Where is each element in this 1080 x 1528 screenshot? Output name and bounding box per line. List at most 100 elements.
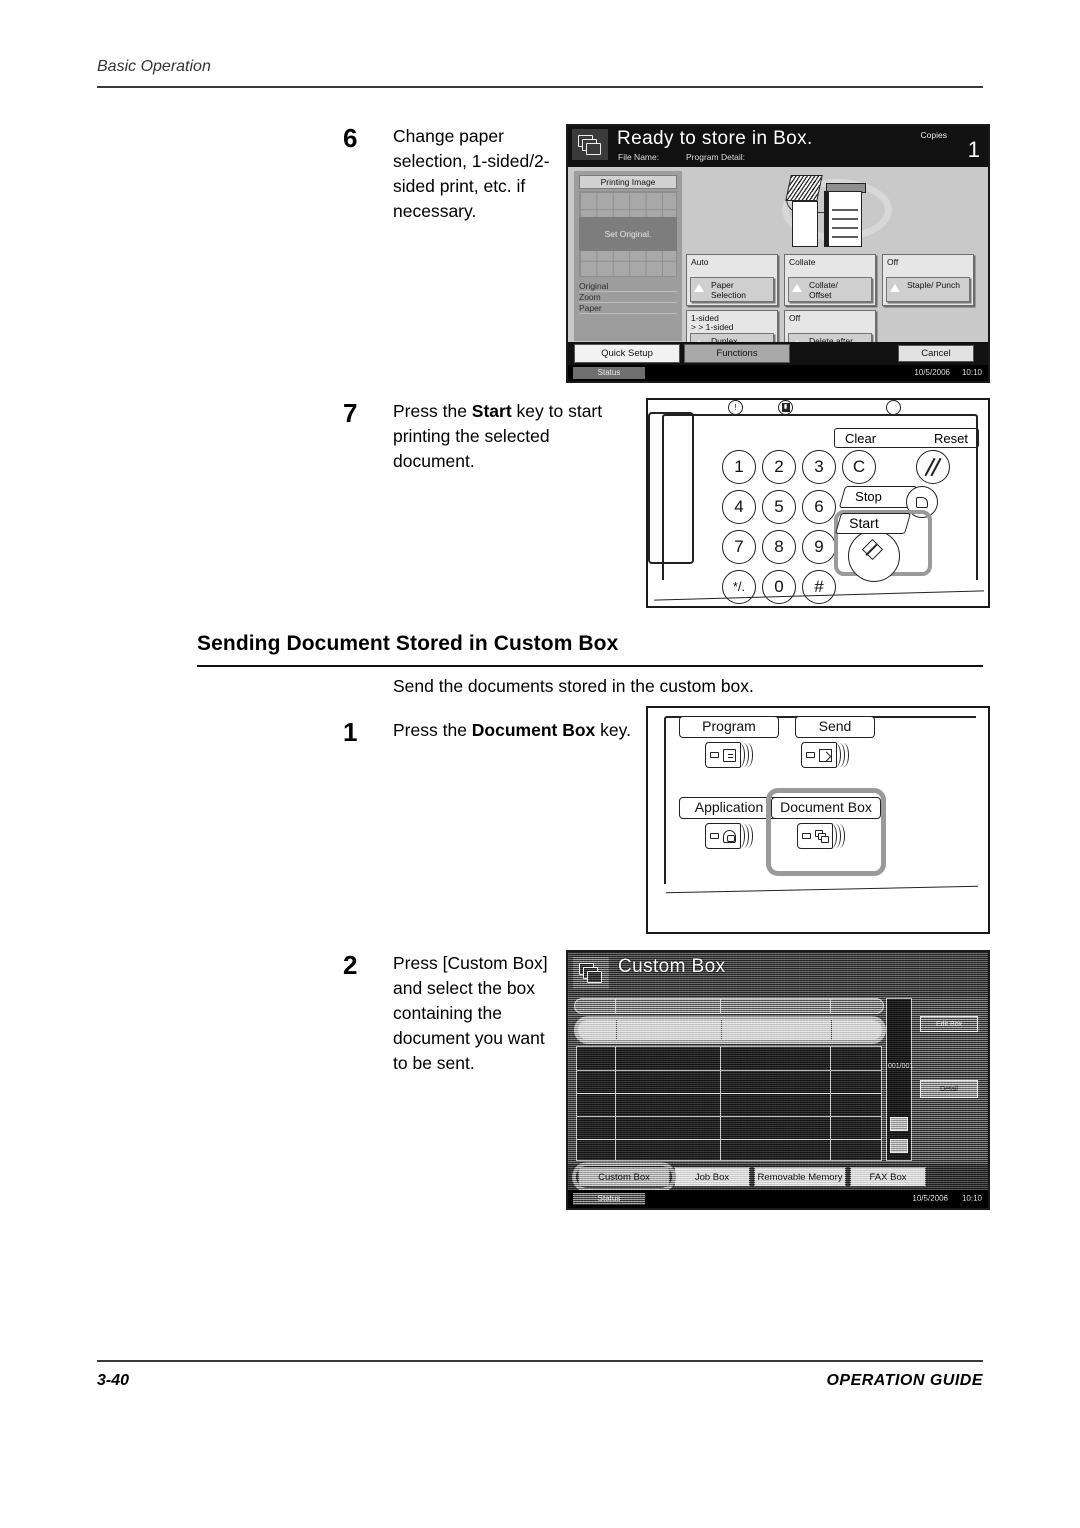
wave-icon (830, 824, 846, 848)
numeric-key-0[interactable]: 0 (762, 570, 796, 604)
numeric-key-8[interactable]: 8 (762, 530, 796, 564)
operation-panel-keypad[interactable]: ! ▮ Clear Reset 1 2 3 C 4 5 6 7 8 9 */. … (646, 398, 990, 608)
tab-fax-box[interactable]: FAX Box (850, 1167, 926, 1187)
program-detail-label: Program Detail: (686, 152, 746, 162)
wave-icon (834, 743, 850, 767)
tile-label-collate-1: Collate/ (809, 280, 838, 290)
scroll-down-button[interactable] (890, 1139, 908, 1153)
step-text-6: Change paper selection, 1-sided/2-sided … (393, 126, 550, 221)
power-led-icon (886, 400, 901, 415)
box-list-table[interactable] (576, 1046, 882, 1161)
stop-glyph-icon (916, 497, 928, 508)
tile-status-duplex-2: > > 1-sided (691, 322, 734, 332)
triangle-icon (890, 284, 900, 292)
guide-label: OPERATION GUIDE (826, 1372, 983, 1389)
page-number: 3-40 (97, 1372, 130, 1389)
program-glyph-icon (723, 749, 736, 762)
document-box-icon (572, 129, 608, 160)
footer-rule (97, 1360, 983, 1362)
tile-status-collate: Collate (789, 257, 816, 267)
numeric-key-5[interactable]: 5 (762, 490, 796, 524)
printing-image-sidebar: Printing Image Set Original. Original Zo… (574, 171, 682, 341)
paper-selection-button[interactable]: Paper Selection (690, 277, 774, 302)
list-scrollbar[interactable]: 001/001 (886, 998, 914, 1161)
panel-edge-line (666, 885, 978, 894)
running-head: Basic Operation (97, 58, 211, 75)
file-name-label: File Name: (618, 152, 660, 162)
sidebar-row-zoom: Zoom (579, 292, 677, 303)
scroll-up-button[interactable] (890, 1117, 908, 1131)
status-date: 10/5/2006 (914, 368, 950, 377)
quick-setup-tab[interactable]: Quick Setup (574, 344, 680, 363)
collate-offset-button[interactable]: Collate/ Offset (788, 277, 872, 302)
staple-punch-button[interactable]: Staple/ Punch (886, 277, 970, 302)
edit-box-button[interactable]: Edit Box (920, 1016, 978, 1032)
numeric-key-1[interactable]: 1 (722, 450, 756, 484)
stop-key-group[interactable]: Stop (838, 486, 938, 518)
section-lead: Send the documents stored in the custom … (393, 676, 754, 696)
step-text-2: Press [Custom Box] and select the box co… (393, 953, 548, 1073)
machine-illustration (686, 171, 984, 250)
start-key[interactable] (848, 530, 900, 582)
tab-job-box[interactable]: Job Box (674, 1167, 750, 1187)
lcd-panel-store-in-box[interactable]: Ready to store in Box. File Name: Progra… (566, 124, 990, 383)
numeric-key-2[interactable]: 2 (762, 450, 796, 484)
custom-box-tab-highlight (572, 1162, 676, 1192)
program-key[interactable] (705, 742, 753, 768)
tile-label-paper-1: Paper (711, 280, 734, 290)
clear-label: Clear (845, 431, 877, 446)
printing-image-label: Printing Image (579, 175, 677, 189)
status-time: 10:10 (961, 1194, 982, 1203)
header-rule (97, 86, 983, 88)
send-key-label: Send (795, 716, 875, 738)
tile-collate-offset[interactable]: Collate Collate/ Offset (784, 254, 876, 306)
numeric-key-6[interactable]: 6 (802, 490, 836, 524)
lcd-status-bar: Status 10/5/2006 10:10 (568, 365, 988, 381)
tile-label-collate-2: Offset (809, 290, 832, 300)
numeric-key-9[interactable]: 9 (802, 530, 836, 564)
status-date: 10/5/2006 (912, 1194, 948, 1203)
step-number-6: 6 (343, 123, 358, 153)
tile-status-staple: Off (887, 257, 899, 267)
application-key-label: Application (679, 797, 779, 819)
numeric-key-7[interactable]: 7 (722, 530, 756, 564)
start-diamond-icon (861, 538, 884, 561)
numeric-key-3[interactable]: 3 (802, 450, 836, 484)
tile-paper-selection[interactable]: Auto Paper Selection (686, 254, 778, 306)
step-number-2: 2 (343, 950, 358, 980)
reset-key[interactable] (916, 450, 950, 484)
led-icon (802, 833, 811, 839)
copies-label: Copies (920, 130, 947, 140)
copies-value: 1 (967, 137, 980, 162)
box-list-selected-row[interactable] (574, 1016, 886, 1044)
sidebar-row-original: Original (579, 281, 677, 292)
status-button[interactable]: Status (573, 367, 645, 379)
hash-key[interactable]: # (802, 570, 836, 604)
tile-staple-punch[interactable]: Off Staple/ Punch (882, 254, 974, 306)
asterisk-key[interactable]: */. (722, 570, 756, 604)
document-box-key[interactable] (797, 823, 845, 849)
step-number-7: 7 (343, 398, 358, 428)
functions-tab[interactable]: Functions (684, 344, 790, 363)
start-label: Start (834, 513, 912, 534)
lcd-panel-custom-box[interactable]: Custom Box 001/001 Edit Box Detail Store… (566, 950, 990, 1210)
status-button[interactable]: Status (573, 1193, 645, 1205)
box-list-column-header (574, 998, 884, 1014)
detail-button[interactable]: Detail (920, 1080, 978, 1098)
send-key[interactable] (801, 742, 849, 768)
tab-removable-memory[interactable]: Removable Memory (754, 1167, 846, 1187)
clear-reset-label-bar: Clear Reset (834, 428, 979, 448)
lcd-title: Ready to store in Box. (617, 128, 813, 149)
cancel-button[interactable]: Cancel (898, 345, 974, 362)
page-indicator: 001/001 (888, 1063, 914, 1070)
operation-panel-function-keys[interactable]: Program Send Application Document Box (646, 706, 990, 934)
memory-led-icon: ▮ (778, 400, 793, 415)
section-rule (197, 665, 983, 667)
numeric-key-4[interactable]: 4 (722, 490, 756, 524)
application-glyph-icon (723, 830, 736, 843)
application-key[interactable] (705, 823, 753, 849)
clear-key[interactable]: C (842, 450, 876, 484)
document-box-key-label: Document Box (771, 797, 881, 819)
tile-status-delete: Off (789, 313, 801, 323)
tile-label-staple-1: Staple/ Punch (907, 280, 960, 290)
